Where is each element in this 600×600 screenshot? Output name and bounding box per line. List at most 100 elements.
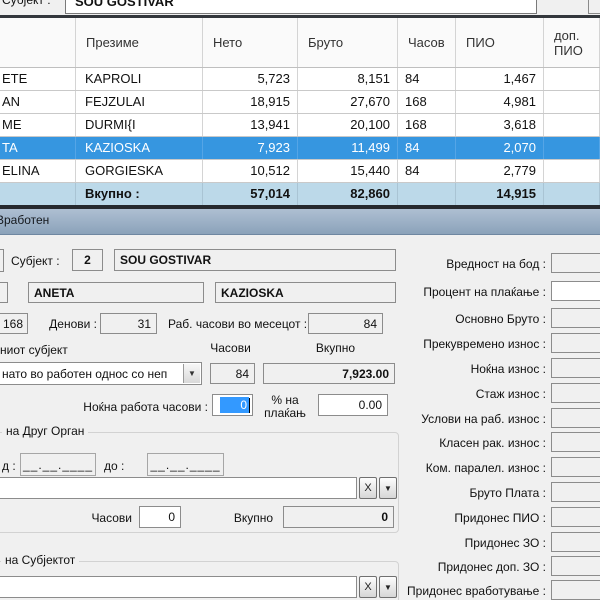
other-organ-dropdown-button[interactable]: ▼ xyxy=(379,477,397,499)
cell-net[interactable]: 18,915 xyxy=(203,91,298,113)
cell-firstname[interactable]: AN xyxy=(0,91,76,113)
cell-firstname[interactable]: TA xyxy=(0,137,76,159)
total-pio: 14,915 xyxy=(456,183,544,205)
cell-net[interactable]: 13,941 xyxy=(203,114,298,136)
top-subject-strip: Субјект : SOU GOSTIVAR xyxy=(0,0,600,15)
gross-salary-field xyxy=(551,482,600,502)
cell-hours[interactable]: 84 xyxy=(398,68,456,90)
contribution-zo-field xyxy=(551,532,600,552)
cell-firstname[interactable]: ETE xyxy=(0,68,76,90)
cell-surname[interactable]: KAPROLI xyxy=(76,68,203,90)
base-gross-label: Основно Бруто : xyxy=(400,312,546,326)
night-work-hours-input[interactable]: 0 xyxy=(212,394,253,416)
group-other-organ-title: на Друг Орган xyxy=(2,424,88,438)
cell-gross[interactable]: 20,100 xyxy=(298,114,398,136)
contribution-zo-label: Придонес ЗО : xyxy=(400,536,546,550)
other-organ-clear-button[interactable]: X xyxy=(359,477,377,499)
total-column-header: Вкупно xyxy=(308,341,363,355)
selected-text: 0 xyxy=(220,397,249,413)
cell-firstname[interactable]: ME xyxy=(0,114,76,136)
date-to-label: до : xyxy=(104,459,124,473)
cell-dop-pio[interactable] xyxy=(544,68,600,90)
chevron-down-icon[interactable]: ▼ xyxy=(183,364,200,383)
other-organ-combobox[interactable] xyxy=(0,477,357,499)
pay-percent-input[interactable] xyxy=(551,281,600,301)
cell-dop-pio[interactable] xyxy=(544,114,600,136)
cell-hours[interactable]: 168 xyxy=(398,114,456,136)
point-value-field xyxy=(551,253,600,273)
work-conditions-amount-field xyxy=(551,408,600,428)
employment-relation-text: нато во работен однос со неп xyxy=(2,367,167,381)
employee-window-title: Вработен xyxy=(0,213,49,227)
point-value-label: Вредност на бод : xyxy=(400,257,546,271)
cell-pio[interactable]: 4,981 xyxy=(456,91,544,113)
other-total-field: 0 xyxy=(283,506,394,528)
monthly-hours-168-field: 168 xyxy=(0,313,28,334)
cell-pio[interactable]: 2,070 xyxy=(456,137,544,159)
night-amount-label: Ноќна износ : xyxy=(400,362,546,376)
work-conditions-amount-label: Услови на раб. износ : xyxy=(400,412,546,426)
contribution-dop-zo-field xyxy=(551,556,600,576)
subject-dropdown-button[interactable]: ▼ xyxy=(379,576,397,598)
night-work-hours-label: Ноќна работа часови : xyxy=(66,400,208,414)
last-name-field: KAZIOSKA xyxy=(215,282,396,303)
cell-surname[interactable]: FEJZULAI xyxy=(76,91,203,113)
cell-gross[interactable]: 15,440 xyxy=(298,160,398,182)
parallel-amount-field xyxy=(551,457,600,477)
percent-pay-label: % на плаќањ xyxy=(255,394,315,420)
cell-hours[interactable]: 84 xyxy=(398,160,456,182)
base-gross-field xyxy=(551,308,600,328)
group-subject-title: на Субјектот xyxy=(1,553,79,567)
percent-pay-input[interactable]: 0.00 xyxy=(318,394,388,416)
column-header-surname: Презиме xyxy=(76,18,203,67)
employee-window-titlebar[interactable]: Вработен xyxy=(0,209,600,235)
table-row[interactable]: ME DURMI{I 13,941 20,100 168 3,618 xyxy=(0,114,600,137)
date-to-input[interactable]: __.__.____ xyxy=(147,453,224,476)
other-hours-input[interactable]: 0 xyxy=(139,506,181,528)
subject-clear-button[interactable]: X xyxy=(359,576,377,598)
gross-salary-label: Бруто Плата : xyxy=(400,486,546,500)
employment-relation-combobox[interactable]: нато во работен однос со неп ▼ xyxy=(0,362,202,385)
table-row[interactable]: ELINA GORGIESKA 10,512 15,440 84 2,779 xyxy=(0,160,600,183)
cell-dop-pio[interactable] xyxy=(544,137,600,159)
x-icon: X xyxy=(364,581,371,593)
subject-combobox[interactable] xyxy=(0,576,357,598)
column-header-dop-pio: доп. ПИО xyxy=(544,18,600,67)
subject-label: Субјект : xyxy=(11,254,60,268)
cell-pio[interactable]: 2,779 xyxy=(456,160,544,182)
cell-pio[interactable]: 3,618 xyxy=(456,114,544,136)
date-from-input[interactable]: __.__.____ xyxy=(20,453,96,476)
subject-name-field: SOU GOSTIVAR xyxy=(114,249,396,271)
cell-net[interactable]: 10,512 xyxy=(203,160,298,182)
contribution-pio-label: Придонес ПИО : xyxy=(400,511,546,525)
cell-net[interactable]: 7,923 xyxy=(203,137,298,159)
cell-surname[interactable]: KAZIOSKA xyxy=(76,137,203,159)
chevron-down-icon: ▼ xyxy=(384,484,392,493)
table-row[interactable]: ETE KAPROLI 5,723 8,151 84 1,467 xyxy=(0,68,600,91)
cell-surname[interactable]: DURMI{I xyxy=(76,114,203,136)
cell-gross[interactable]: 27,670 xyxy=(298,91,398,113)
cell-gross[interactable]: 8,151 xyxy=(298,68,398,90)
cell-net[interactable]: 5,723 xyxy=(203,68,298,90)
column-header-net: Нето xyxy=(203,18,298,67)
contribution-employment-field xyxy=(551,580,600,600)
cell-hours[interactable]: 84 xyxy=(398,137,456,159)
other-hours-label: Часови xyxy=(84,511,132,525)
table-row[interactable]: AN FEJZULAI 18,915 27,670 168 4,981 xyxy=(0,91,600,114)
cell-hours[interactable]: 168 xyxy=(398,91,456,113)
cell-pio[interactable]: 1,467 xyxy=(456,68,544,90)
work-hours-month-label: Раб. часови во месецот : xyxy=(168,317,303,331)
table-row-selected[interactable]: TA KAZIOSKA 7,923 11,499 84 2,070 xyxy=(0,137,600,160)
seniority-amount-field xyxy=(551,383,600,403)
total-hours xyxy=(398,183,456,205)
cell-dop-pio[interactable] xyxy=(544,160,600,182)
cell-firstname[interactable]: ELINA xyxy=(0,160,76,182)
cell-surname[interactable]: GORGIESKA xyxy=(76,160,203,182)
top-subject-field[interactable]: SOU GOSTIVAR xyxy=(65,0,537,14)
cell-dop-pio[interactable] xyxy=(544,91,600,113)
subject-code-field: 2 xyxy=(72,249,103,271)
top-subject-label: Субјект : xyxy=(2,0,51,7)
section-label-fragment: ниот субјект xyxy=(0,343,68,357)
relation-hours-field: 84 xyxy=(210,363,255,384)
cell-gross[interactable]: 11,499 xyxy=(298,137,398,159)
